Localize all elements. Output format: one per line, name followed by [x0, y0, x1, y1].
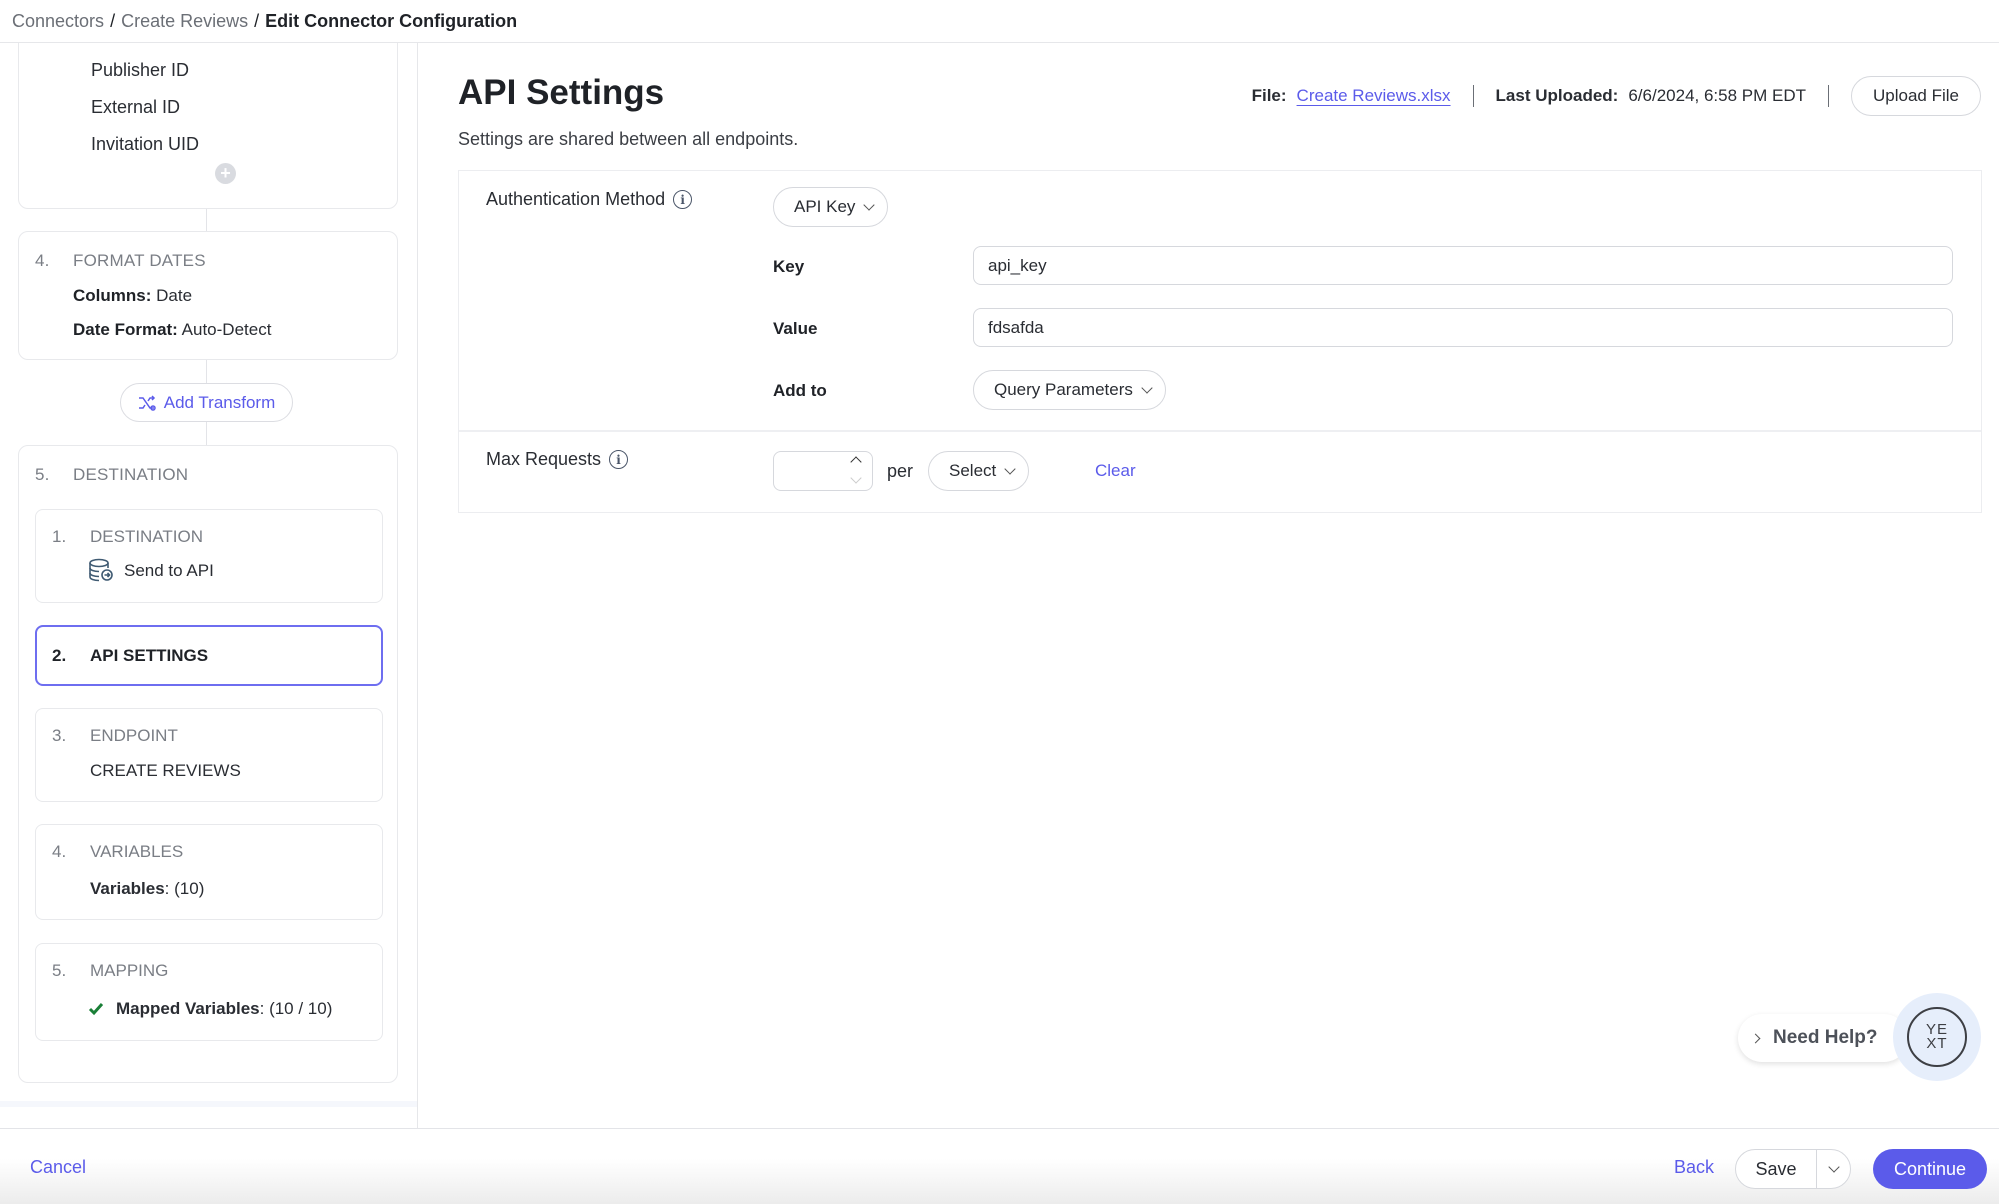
- variables-count: Variables: (10): [90, 879, 205, 898]
- chevron-down-icon: [1004, 463, 1016, 475]
- save-options-button[interactable]: [1816, 1150, 1850, 1188]
- add-to-label: Add to: [773, 381, 827, 400]
- breadcrumb-connectors[interactable]: Connectors: [12, 11, 104, 32]
- main-content: API Settings Settings are shared between…: [419, 43, 1999, 1128]
- field-item: External ID: [91, 97, 181, 117]
- clear-link[interactable]: Clear: [1095, 461, 1136, 481]
- breadcrumb-separator: /: [254, 10, 260, 31]
- breadcrumb-create-reviews[interactable]: Create Reviews: [121, 11, 248, 32]
- save-button[interactable]: Save: [1736, 1150, 1816, 1188]
- breadcrumb: Connectors / Create Reviews / Edit Conne…: [0, 0, 1999, 43]
- format-dates-card[interactable]: 4. FORMAT DATES Columns: Date Date Format…: [18, 231, 398, 360]
- key-label: Key: [773, 257, 805, 276]
- chevron-right-icon: [1750, 1033, 1761, 1043]
- value-label: Value: [773, 319, 818, 338]
- substep-destination[interactable]: 1. DESTINATION Send to API: [35, 509, 383, 603]
- chevron-down-icon: [1141, 382, 1153, 394]
- date-format-detail: Date Format: Auto-Detect: [73, 320, 272, 339]
- api-settings-form: Authentication Method i API Key Key Valu…: [458, 170, 1982, 513]
- chevron-down-icon: [863, 199, 876, 211]
- connector-line: [206, 360, 207, 383]
- divider: [459, 430, 1981, 432]
- destination-card: 5. DESTINATION 1. DESTINATION Send to API …: [18, 445, 398, 1083]
- add-transform-button[interactable]: Add Transform: [120, 383, 293, 422]
- footer-bar: Cancel Back Save Continue: [0, 1128, 1999, 1204]
- yext-logo-icon: YE XT: [1907, 1007, 1967, 1067]
- page-subtitle: Settings are shared between all endpoint…: [458, 129, 799, 149]
- chevron-down-icon: [1827, 1161, 1840, 1173]
- upload-file-button[interactable]: Upload File: [1851, 76, 1981, 116]
- database-send-icon: [89, 558, 113, 582]
- file-label: File:: [1251, 86, 1287, 105]
- divider: [1472, 85, 1474, 107]
- key-input[interactable]: [973, 246, 1953, 285]
- max-requests-stepper[interactable]: [773, 451, 873, 491]
- substep-mapping[interactable]: 5. MAPPING Mapped Variables: (10 / 10): [35, 943, 383, 1041]
- cancel-button[interactable]: Cancel: [30, 1157, 86, 1178]
- field-item: Invitation UID: [91, 134, 200, 154]
- substep-endpoint[interactable]: 3. ENDPOINT CREATE REVIEWS: [35, 708, 383, 802]
- shuffle-icon: [138, 394, 156, 411]
- need-help-button[interactable]: Need Help?: [1738, 1014, 1908, 1062]
- check-icon: [88, 1003, 104, 1016]
- breadcrumb-separator: /: [110, 10, 116, 31]
- step-header: 4. FORMAT DATES: [35, 251, 206, 270]
- auth-method-select[interactable]: API Key: [773, 187, 889, 227]
- file-link[interactable]: Create Reviews.xlsx: [1297, 86, 1451, 106]
- yext-assistant-button[interactable]: YE XT: [1893, 993, 1981, 1081]
- file-info: File: Create Reviews.xlsx Last Uploaded:…: [1252, 76, 1981, 116]
- last-uploaded-label: Last Uploaded:: [1495, 86, 1619, 105]
- info-icon[interactable]: i: [609, 450, 629, 469]
- sidebar-pipeline: Publisher ID External ID Invitation UID …: [0, 43, 418, 1128]
- continue-button[interactable]: Continue: [1873, 1149, 1987, 1189]
- step-header: 5. DESTINATION: [35, 465, 189, 484]
- chevron-down-icon[interactable]: [850, 472, 862, 484]
- columns-detail: Columns: Date: [73, 286, 193, 305]
- info-icon[interactable]: i: [673, 190, 693, 209]
- back-button[interactable]: Back: [1674, 1157, 1714, 1178]
- page-title: API Settings: [458, 73, 665, 112]
- connector-line: [206, 209, 207, 231]
- destination-type: Send to API: [124, 561, 214, 580]
- period-select[interactable]: Select: [928, 451, 1030, 491]
- per-label: per: [887, 461, 914, 481]
- field-list-card: Publisher ID External ID Invitation UID …: [18, 43, 398, 209]
- max-requests-label: Max Requests i: [486, 449, 629, 470]
- mapped-variables: Mapped Variables: (10 / 10): [88, 999, 332, 1019]
- value-input[interactable]: [973, 308, 1953, 347]
- endpoint-name: CREATE REVIEWS: [90, 761, 241, 780]
- plus-circle-icon[interactable]: +: [215, 163, 236, 184]
- substep-variables[interactable]: 4. VARIABLES Variables: (10): [35, 824, 383, 920]
- save-button-group: Save: [1735, 1149, 1851, 1189]
- last-uploaded-value: 6/6/2024, 6:58 PM EDT: [1628, 86, 1806, 105]
- add-to-select[interactable]: Query Parameters: [973, 370, 1166, 410]
- divider: [1828, 85, 1829, 107]
- field-item: Publisher ID: [91, 60, 190, 80]
- auth-method-label: Authentication Method i: [486, 189, 693, 210]
- sidebar-scroll-edge: [0, 1101, 417, 1107]
- connector-line: [206, 422, 207, 445]
- breadcrumb-current: Edit Connector Configuration: [265, 10, 518, 31]
- chevron-up-icon[interactable]: [850, 456, 862, 468]
- substep-api-settings[interactable]: 2. API SETTINGS: [35, 625, 383, 686]
